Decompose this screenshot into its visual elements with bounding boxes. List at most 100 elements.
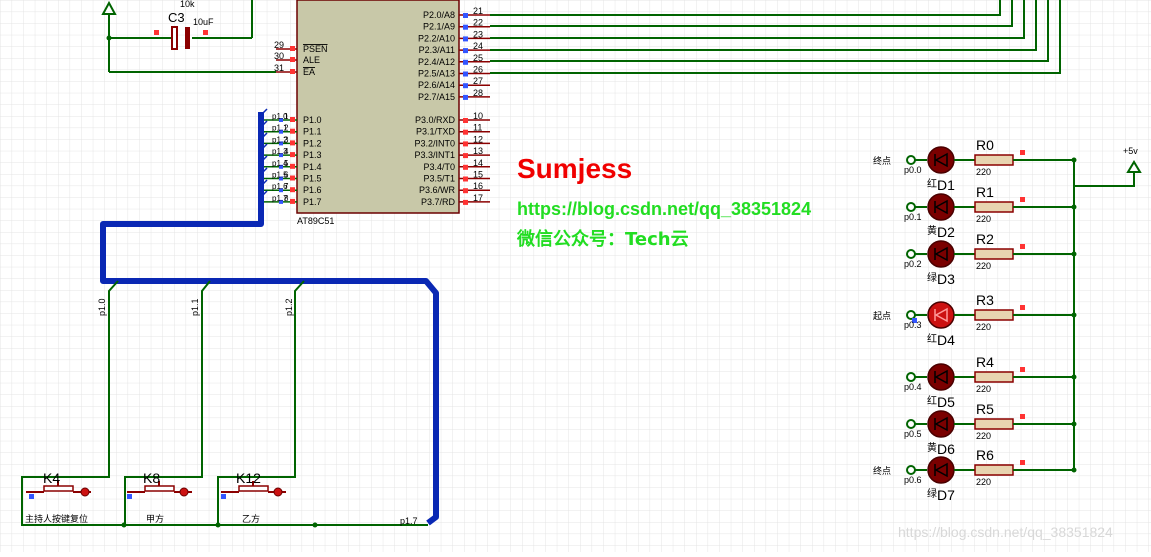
led-net-label: p0.3 (904, 320, 922, 330)
p1-pin-number: 3 (284, 135, 289, 144)
p1-pin-label: P1.6 (303, 185, 322, 195)
led-terminal[interactable] (906, 155, 916, 165)
p3-pin-label: P3.2/INT0 (414, 138, 455, 148)
p1-pin-label: P1.3 (303, 150, 322, 160)
pin-label: EA (303, 67, 315, 77)
resistor-value: 220 (976, 167, 991, 177)
p1-pin-number: 4 (284, 147, 289, 156)
button-k4-ref: K4 (43, 470, 60, 486)
led-body (927, 410, 955, 438)
pin-marker (290, 152, 295, 158)
schematic-canvas: 10k C3 10uF AT89C51 29 PSEN 30 ALE 31 EA p1.0… (0, 0, 1151, 552)
p3-pin-label: P3.3/INT1 (414, 150, 455, 160)
p2-pin-number: 26 (473, 65, 483, 75)
p3-pin-number: 15 (473, 170, 483, 180)
p1-pin-label: P1.1 (303, 127, 322, 137)
led-side-label: 起点 (873, 311, 891, 322)
pin-number: 29 (274, 40, 284, 50)
led-body (927, 363, 955, 391)
p2-pin-number: 24 (473, 41, 483, 51)
resistor-body (974, 201, 1014, 213)
p3-pin-label: P3.0/RXD (415, 115, 456, 125)
resistor-value: 220 (976, 384, 991, 394)
p2-pin-number: 21 (473, 6, 483, 16)
pin-marker (463, 164, 468, 170)
pin-marker (290, 69, 295, 74)
led-net-label: p0.4 (904, 382, 922, 392)
pin-marker (290, 57, 295, 62)
led-body (927, 301, 955, 329)
button-k8-label: 甲方 (146, 513, 164, 525)
pin-marker (463, 188, 468, 194)
button-k12-label: 乙方 (242, 513, 260, 525)
resistor-value: 220 (976, 214, 991, 224)
p2-pin-label: P2.3/A11 (419, 45, 455, 55)
p3-pin-number: 11 (473, 123, 482, 133)
p3-pin-number: 13 (473, 146, 483, 156)
led-body (927, 146, 955, 174)
capacitor-value: 10uF (193, 17, 214, 27)
resistor-body (974, 154, 1014, 166)
resistor-value: 220 (976, 322, 991, 332)
pin-marker (290, 140, 295, 146)
led-color-label: 绿 (927, 487, 937, 500)
led-ref: D2 (937, 224, 955, 240)
p1-pin-label: P1.2 (303, 138, 322, 148)
pin-marker (463, 24, 468, 30)
resistor-body (974, 464, 1014, 476)
pin-marker (290, 128, 295, 134)
pin-marker (290, 198, 295, 204)
led-color-label: 红 (927, 332, 937, 345)
p2-pin-label: P2.4/A12 (418, 57, 455, 67)
pin-marker (463, 153, 468, 159)
p1-pin-label: P1.5 (303, 174, 322, 184)
p3-pin-label: P3.6/WR (419, 185, 456, 195)
resistor-ref: R5 (976, 401, 994, 417)
led-body (927, 240, 955, 268)
p3-pin-label: P3.5/T1 (423, 174, 455, 184)
capacitor-ref: C3 (168, 10, 185, 25)
p1-pin-number: 7 (284, 182, 289, 191)
pin-marker (290, 163, 295, 169)
pin-marker (463, 13, 468, 18)
p2-pin-label: P2.2/A10 (418, 33, 455, 43)
led-ref: D7 (937, 487, 955, 503)
schematic-svg: 10k C3 10uF AT89C51 29 PSEN30 ALE31 EA p1.0… (0, 0, 1151, 552)
button-k8-ref: K8 (143, 470, 160, 486)
led-terminal[interactable] (906, 465, 916, 475)
p3-pin-label: P3.7/RD (421, 197, 456, 207)
p1-pin-label: P1.7 (303, 197, 322, 207)
bus-label-p1-0: p1.0 (97, 298, 107, 316)
pin-marker (463, 36, 468, 42)
led-terminal[interactable] (906, 310, 916, 320)
bus-label-p1-1: p1.1 (190, 298, 200, 316)
led-color-label: 黄 (927, 441, 937, 454)
p2-pin-label: P2.6/A14 (418, 80, 455, 90)
resistor-value: 220 (976, 477, 991, 487)
watermark-corner: https://blog.csdn.net/qq_38351824 (898, 524, 1113, 540)
led-terminal[interactable] (906, 372, 916, 382)
pin-marker (463, 83, 468, 89)
p1-pin-number: 5 (284, 159, 289, 168)
led-ref: D5 (937, 394, 955, 410)
p1-pin-number: 2 (284, 124, 289, 133)
resistor-value-label: 10k (180, 0, 195, 9)
led-color-label: 绿 (927, 271, 937, 284)
pin-marker (290, 117, 295, 122)
pin-marker (463, 59, 468, 65)
led-color-label: 黄 (927, 224, 937, 237)
pin-marker (463, 199, 468, 205)
watermark-title: Sumjess (517, 153, 633, 184)
pin-marker (463, 118, 468, 123)
led-side-label: 终点 (873, 465, 891, 477)
watermark-url[interactable]: https://blog.csdn.net/qq_38351824 (517, 199, 811, 220)
led-terminal[interactable] (906, 249, 916, 259)
p2-pin-label: P2.7/A15 (418, 92, 455, 102)
resistor-ref: R0 (976, 137, 994, 153)
led-ref: D1 (937, 177, 955, 193)
resistor-ref: R2 (976, 231, 994, 247)
led-terminal[interactable] (906, 419, 916, 429)
led-ref: D4 (937, 332, 955, 348)
button-k4-label: 主持人按键复位 (25, 513, 88, 525)
led-terminal[interactable] (906, 202, 916, 212)
